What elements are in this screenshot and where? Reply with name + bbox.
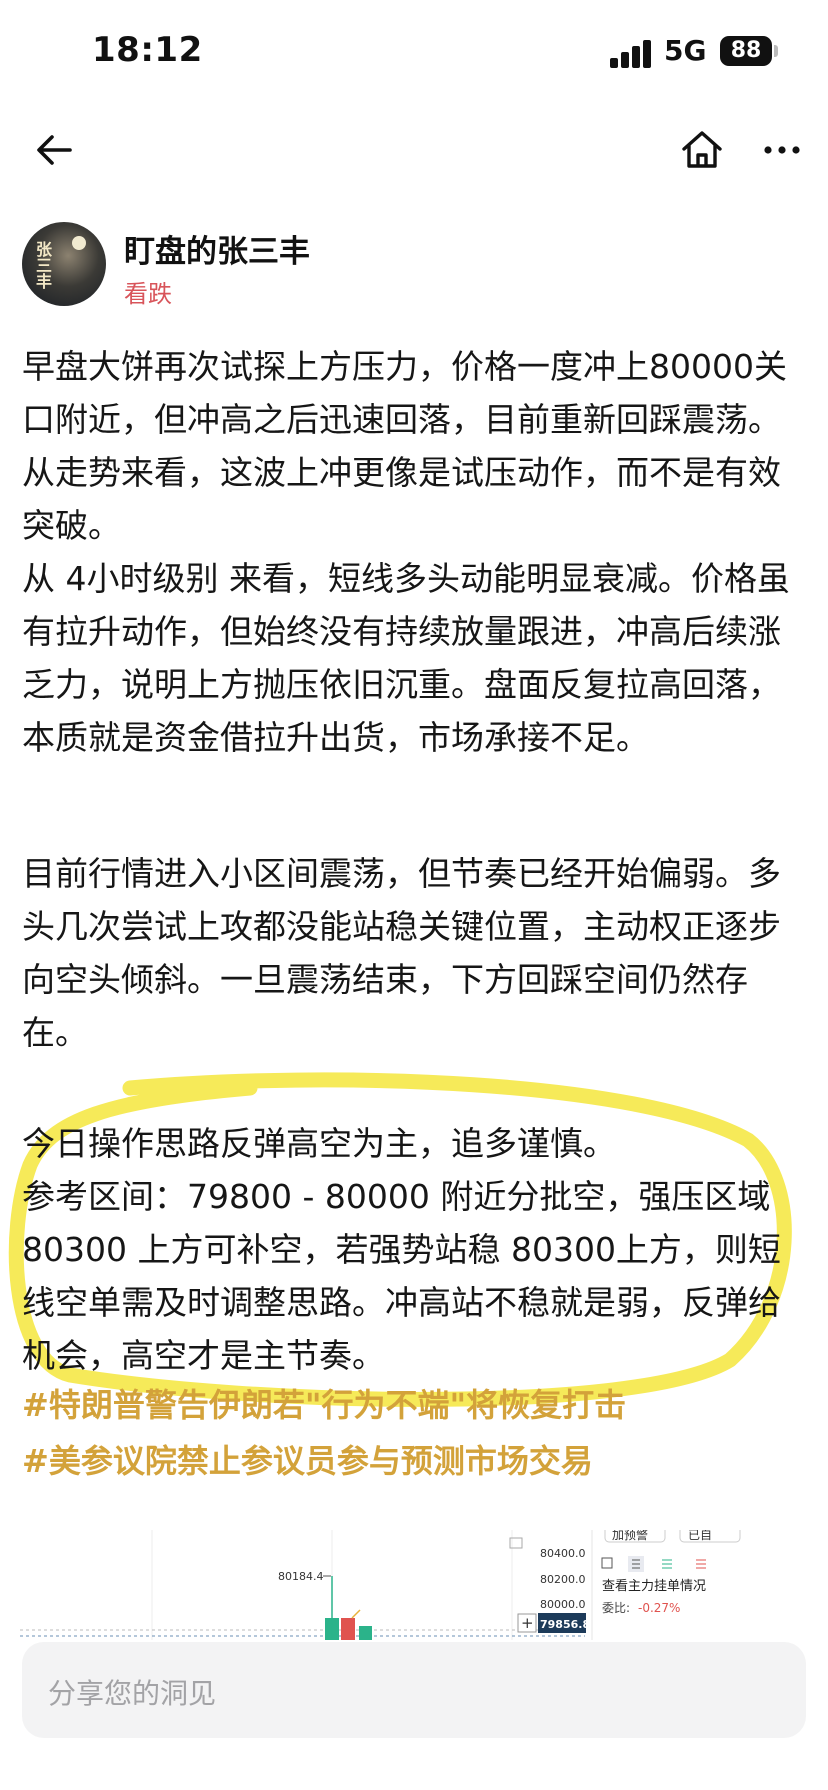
side-button: 加预警 bbox=[612, 1530, 648, 1542]
more-icon bbox=[764, 146, 800, 154]
price-tick: 80200.0 bbox=[540, 1573, 586, 1586]
hashtag-link[interactable]: #美参议院禁止参议员参与预测市场交易 bbox=[22, 1436, 593, 1482]
comment-input-bar[interactable]: 分享您的洞见 bbox=[22, 1642, 806, 1738]
high-label: 80184.4 bbox=[278, 1570, 324, 1583]
back-button[interactable] bbox=[28, 124, 80, 176]
home-icon bbox=[682, 131, 722, 168]
author-name[interactable]: 盯盘的张三丰 bbox=[124, 226, 310, 271]
candle-down bbox=[341, 1618, 355, 1640]
ratio-label: 委比: bbox=[602, 1601, 630, 1615]
avatar[interactable]: 张三丰 bbox=[22, 222, 106, 306]
signal-icon bbox=[610, 40, 654, 68]
more-button[interactable] bbox=[756, 124, 808, 176]
svg-text:+: + bbox=[521, 1614, 534, 1632]
candle-up bbox=[359, 1626, 372, 1640]
status-bar: 18:12 5G 88 bbox=[0, 0, 828, 110]
post-paragraph-1: 早盘大饼再次试探上方压力，价格一度冲上80000关口附近，但冲高之后迅速回落，目… bbox=[22, 347, 790, 757]
ratio-value: -0.27% bbox=[638, 1601, 680, 1615]
side-text: 查看主力挂单情况 bbox=[602, 1578, 706, 1594]
price-tick: 80400.0 bbox=[540, 1547, 586, 1560]
back-arrow-icon bbox=[37, 135, 72, 165]
sentiment-tag: 看跌 bbox=[124, 280, 172, 308]
battery-icon: 88 bbox=[720, 36, 772, 66]
chart-snippet[interactable]: 80400.0 80200.0 80000.0 80184.4 + 79856.… bbox=[20, 1530, 810, 1640]
comment-input[interactable]: 分享您的洞见 bbox=[48, 1672, 216, 1712]
current-price: 79856.8 bbox=[540, 1618, 590, 1631]
nav-bar bbox=[0, 110, 828, 190]
price-tick: 80000.0 bbox=[540, 1598, 586, 1611]
side-button: 已自 bbox=[688, 1530, 712, 1542]
hashtag-link[interactable]: #特朗普警告伊朗若"行为不端"将恢复打击 bbox=[22, 1380, 626, 1426]
avatar-glyph: 张三丰 bbox=[36, 240, 53, 291]
network-type: 5G bbox=[664, 34, 707, 67]
post-paragraph-2: 目前行情进入小区间震荡，但节奏已经开始偏弱。多头几次尝试上攻都没能站稳关键位置，… bbox=[22, 854, 781, 1052]
battery-tip bbox=[774, 45, 778, 57]
post-paragraph-3: 今日操作思路反弹高空为主，追多谨慎。 参考区间：79800 - 80000 附近… bbox=[22, 1124, 781, 1375]
status-time: 18:12 bbox=[92, 30, 203, 70]
kline-chart: 80400.0 80200.0 80000.0 80184.4 + 79856.… bbox=[20, 1530, 741, 1640]
home-button[interactable] bbox=[676, 124, 728, 176]
avatar-moon bbox=[72, 236, 86, 250]
